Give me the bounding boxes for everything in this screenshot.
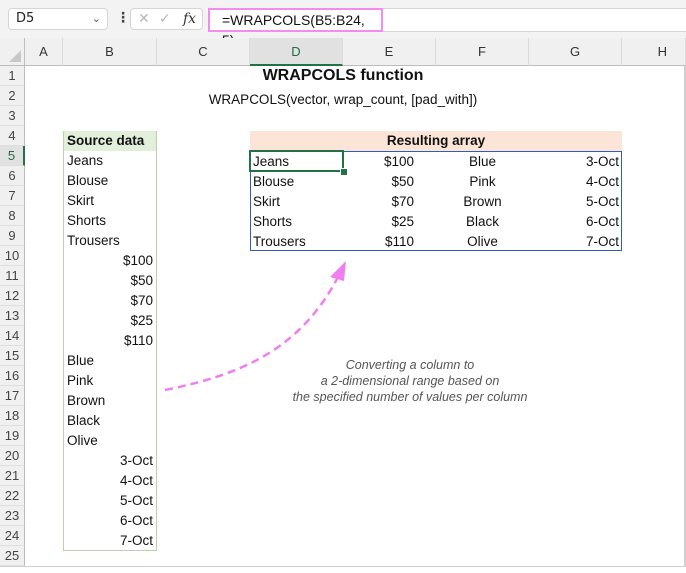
formula-toolbar: D5 ⌄ ⋮ ✕ ✓ fx =WRAPCOLS(B5:B24, 5): [0, 0, 686, 48]
source-cell[interactable]: Brown: [64, 391, 156, 411]
result-header[interactable]: Resulting array: [250, 131, 622, 151]
name-box[interactable]: D5 ⌄: [8, 8, 108, 30]
row-header-5[interactable]: 5: [0, 146, 25, 166]
row-header-15[interactable]: 15: [0, 346, 25, 366]
row-header-16[interactable]: 16: [0, 366, 25, 386]
result-cell[interactable]: Black: [436, 212, 529, 232]
source-cell[interactable]: $100: [64, 251, 156, 271]
active-cell-selection: [249, 150, 344, 172]
result-cell[interactable]: 3-Oct: [529, 152, 622, 172]
source-cell[interactable]: Blue: [64, 351, 156, 371]
column-header-f[interactable]: F: [436, 38, 529, 66]
row-header-3[interactable]: 3: [0, 106, 25, 126]
row-header-14[interactable]: 14: [0, 326, 25, 346]
source-cell[interactable]: Olive: [64, 431, 156, 451]
row-header-23[interactable]: 23: [0, 506, 25, 526]
result-cell[interactable]: $25: [343, 212, 436, 232]
source-cell[interactable]: 5-Oct: [64, 491, 156, 511]
formula-input[interactable]: =WRAPCOLS(B5:B24, 5): [208, 8, 383, 48]
row-header-8[interactable]: 8: [0, 206, 25, 226]
column-header-g[interactable]: G: [529, 38, 622, 66]
row-header-12[interactable]: 12: [0, 286, 25, 306]
source-cell[interactable]: Jeans: [64, 151, 156, 171]
row-header-2[interactable]: 2: [0, 86, 25, 106]
column-header-d[interactable]: D: [250, 38, 343, 66]
result-cell[interactable]: $70: [343, 192, 436, 212]
row-header-17[interactable]: 17: [0, 386, 25, 406]
select-all-button[interactable]: [0, 38, 25, 66]
source-cell[interactable]: $70: [64, 291, 156, 311]
cancel-icon[interactable]: ✕: [138, 10, 150, 28]
note-line: a 2-dimensional range based on: [320, 374, 500, 388]
result-cell[interactable]: $110: [343, 232, 436, 252]
result-cell[interactable]: Pink: [436, 172, 529, 192]
row-header-4[interactable]: 4: [0, 126, 25, 146]
result-cell[interactable]: Olive: [436, 232, 529, 252]
source-cell[interactable]: Trousers: [64, 231, 156, 251]
result-cell[interactable]: Shorts: [250, 212, 343, 232]
more-options-icon[interactable]: ⋮: [116, 9, 130, 27]
row-header-9[interactable]: 9: [0, 226, 25, 246]
source-cell[interactable]: Blouse: [64, 171, 156, 191]
result-cell[interactable]: Blue: [436, 152, 529, 172]
source-cell[interactable]: 4-Oct: [64, 471, 156, 491]
source-cell[interactable]: Skirt: [64, 191, 156, 211]
chevron-down-icon[interactable]: ⌄: [92, 9, 101, 29]
column-header-e[interactable]: E: [343, 38, 436, 66]
source-cell[interactable]: Shorts: [64, 211, 156, 231]
row-header-24[interactable]: 24: [0, 526, 25, 546]
result-cell[interactable]: Skirt: [250, 192, 343, 212]
row-header-25[interactable]: 25: [0, 546, 25, 566]
sheet-title: WRAPCOLS function: [262, 67, 424, 84]
result-cell[interactable]: 5-Oct: [529, 192, 622, 212]
note-line: Converting a column to: [345, 358, 475, 372]
result-cell[interactable]: $50: [343, 172, 436, 192]
row-header-11[interactable]: 11: [0, 266, 25, 286]
row-header-20[interactable]: 20: [0, 446, 25, 466]
name-box-value: D5: [16, 11, 35, 26]
column-header-h[interactable]: H: [622, 38, 686, 66]
row-header-7[interactable]: 7: [0, 186, 25, 206]
row-header-19[interactable]: 19: [0, 426, 25, 446]
sheet-syntax: WRAPCOLS(vector, wrap_count, [pad_with]): [208, 92, 478, 107]
formula-buttons: ✕ ✓ fx: [130, 8, 203, 30]
source-cell[interactable]: 6-Oct: [64, 511, 156, 531]
row-header-22[interactable]: 22: [0, 486, 25, 506]
result-cell[interactable]: Brown: [436, 192, 529, 212]
column-header-c[interactable]: C: [157, 38, 250, 66]
source-data-header[interactable]: Source data: [64, 131, 156, 151]
column-header-a[interactable]: A: [25, 38, 63, 66]
result-cell[interactable]: Blouse: [250, 172, 343, 192]
source-cell[interactable]: 3-Oct: [64, 451, 156, 471]
note-line: the specified number of values per colum…: [292, 390, 528, 404]
row-header-10[interactable]: 10: [0, 246, 25, 266]
result-cell[interactable]: Trousers: [250, 232, 343, 252]
row-header-13[interactable]: 13: [0, 306, 25, 326]
source-cell[interactable]: Pink: [64, 371, 156, 391]
result-cell[interactable]: 4-Oct: [529, 172, 622, 192]
result-cell[interactable]: $100: [343, 152, 436, 172]
source-cell[interactable]: 7-Oct: [64, 531, 156, 551]
source-cell[interactable]: $25: [64, 311, 156, 331]
formula-input-extension[interactable]: [383, 8, 686, 32]
column-header-b[interactable]: B: [63, 38, 157, 66]
row-header-1[interactable]: 1: [0, 66, 25, 86]
enter-icon[interactable]: ✓: [159, 10, 171, 28]
result-cell[interactable]: 7-Oct: [529, 232, 622, 252]
row-header-18[interactable]: 18: [0, 406, 25, 426]
source-cell[interactable]: $110: [64, 331, 156, 351]
source-cell[interactable]: $50: [64, 271, 156, 291]
row-header-21[interactable]: 21: [0, 466, 25, 486]
insert-function-icon[interactable]: fx: [183, 10, 196, 28]
annotation-note: Converting a column to a 2-dimensional r…: [270, 357, 550, 405]
result-cell[interactable]: 6-Oct: [529, 212, 622, 232]
source-cell[interactable]: Black: [64, 411, 156, 431]
fill-handle[interactable]: [340, 168, 348, 176]
row-header-6[interactable]: 6: [0, 166, 25, 186]
